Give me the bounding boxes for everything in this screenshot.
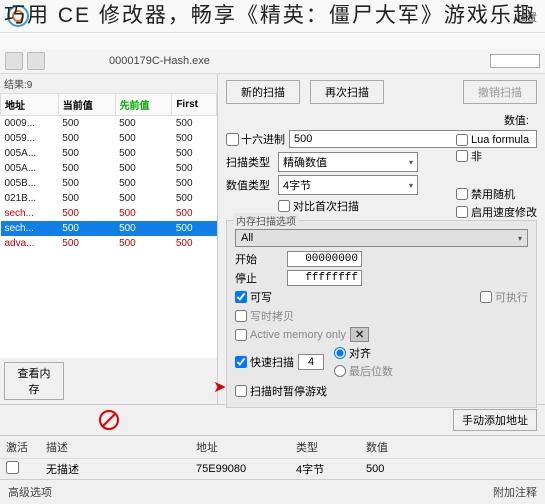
add-comment-link[interactable]: 附加注释 bbox=[493, 484, 537, 500]
no-random-checkbox[interactable]: 禁用随机 bbox=[456, 186, 537, 202]
lua-formula-checkbox[interactable]: Lua formula bbox=[456, 134, 537, 146]
col-value[interactable]: 数值 bbox=[366, 439, 388, 455]
table-row[interactable]: 005A...500500500 bbox=[1, 161, 217, 176]
start-address-input[interactable] bbox=[287, 251, 362, 267]
copy-on-write-checkbox[interactable]: 写时拷贝 bbox=[235, 308, 294, 324]
table-row[interactable]: 021B...500500500 bbox=[1, 191, 217, 206]
memory-scan-options: 内存扫描选项 All▾ 开始 停止 可写 可执行 写时拷贝 Active mem bbox=[226, 220, 537, 408]
hex-checkbox[interactable]: 十六进制 bbox=[226, 131, 285, 147]
table-row[interactable]: 005B...500500500 bbox=[1, 176, 217, 191]
table-row[interactable]: 0009...500500500 bbox=[1, 116, 217, 132]
mem-opts-label: 内存扫描选项 bbox=[233, 213, 299, 228]
chevron-down-icon: ▾ bbox=[409, 181, 413, 190]
table-row[interactable]: 0059...500500500 bbox=[1, 131, 217, 146]
fast-scan-value[interactable] bbox=[298, 354, 324, 370]
active-memory-checkbox[interactable]: Active memory only bbox=[235, 329, 346, 341]
menu-bar[interactable] bbox=[0, 33, 545, 49]
stop-address-input[interactable] bbox=[287, 270, 362, 286]
col-first[interactable]: First bbox=[172, 94, 217, 116]
result-count: 结果:9 bbox=[0, 74, 217, 93]
table-row[interactable]: 005A...500500500 bbox=[1, 146, 217, 161]
advanced-options-link[interactable]: 高级选项 bbox=[8, 484, 52, 500]
undo-scan-button[interactable]: 撤销扫描 bbox=[463, 80, 537, 104]
active-checkbox[interactable] bbox=[6, 461, 19, 474]
compare-first-checkbox[interactable]: 对比首次扫描 bbox=[278, 198, 359, 214]
value-type-select[interactable]: 4字节▾ bbox=[278, 175, 418, 195]
writable-checkbox[interactable]: 可写 bbox=[235, 289, 283, 305]
results-panel: 结果:9 地址 当前值 先前值 First 0009...50050050000… bbox=[0, 74, 218, 404]
manual-add-button[interactable]: 手动添加地址 bbox=[453, 409, 537, 431]
status-bar: 高级选项 附加注释 bbox=[0, 479, 545, 504]
table-row[interactable]: adva...500500500 bbox=[1, 236, 217, 251]
fast-scan-checkbox[interactable]: 快速扫描 bbox=[235, 354, 294, 370]
save-icon[interactable] bbox=[27, 52, 45, 70]
results-table[interactable]: 地址 当前值 先前值 First 0009...5005005000059...… bbox=[0, 93, 217, 358]
pause-game-checkbox[interactable]: 扫描时暂停游戏 bbox=[235, 383, 327, 399]
toolbar: 0000179C-Hash.exe bbox=[0, 49, 545, 74]
scan-progress bbox=[490, 54, 540, 68]
scan-panel: 新的扫描 再次扫描 撤销扫描 数值: 十六进制 扫描类型 精确数值▾ 数值类型 … bbox=[218, 74, 545, 404]
col-current[interactable]: 当前值 bbox=[58, 94, 115, 116]
cheat-engine-icon bbox=[6, 4, 30, 28]
title-bar: 设置 bbox=[0, 0, 545, 33]
col-previous[interactable]: 先前值 bbox=[115, 94, 172, 116]
next-scan-button[interactable]: 再次扫描 bbox=[310, 80, 384, 104]
table-row[interactable]: sech...500500500 bbox=[1, 206, 217, 221]
clear-active-button[interactable]: ✕ bbox=[350, 327, 369, 342]
red-arrow-icon: ➤ bbox=[213, 377, 226, 397]
no-entry-icon[interactable] bbox=[98, 409, 120, 431]
col-addr[interactable]: 地址 bbox=[196, 439, 296, 455]
executable-checkbox[interactable]: 可执行 bbox=[480, 289, 528, 305]
aligned-radio[interactable]: 对齐 bbox=[334, 345, 393, 361]
col-active[interactable]: 激活 bbox=[6, 439, 46, 455]
last-digits-radio[interactable]: 最后位数 bbox=[334, 363, 393, 379]
region-select[interactable]: All▾ bbox=[235, 229, 528, 247]
scan-type-select[interactable]: 精确数值▾ bbox=[278, 152, 418, 172]
speed-mod-checkbox[interactable]: 启用速度修改 bbox=[456, 204, 537, 220]
value-type-label: 数值类型 bbox=[226, 177, 274, 193]
table-row[interactable]: sech...500500500 bbox=[1, 221, 217, 236]
scan-type-label: 扫描类型 bbox=[226, 154, 274, 170]
not-checkbox[interactable]: 非 bbox=[456, 148, 537, 164]
cheat-table[interactable]: 激活 描述 地址 类型 数值 无描述 75E99080 4字节 500 bbox=[0, 435, 545, 479]
col-desc[interactable]: 描述 bbox=[46, 439, 196, 455]
settings-link[interactable]: 设置 bbox=[517, 9, 537, 24]
open-process-icon[interactable] bbox=[5, 52, 23, 70]
middle-toolbar: 手动添加地址 bbox=[0, 404, 545, 435]
value-label: 数值: bbox=[504, 115, 529, 127]
col-type[interactable]: 类型 bbox=[296, 439, 366, 455]
cheat-row[interactable]: 无描述 75E99080 4字节 500 bbox=[0, 459, 545, 479]
process-name: 0000179C-Hash.exe bbox=[109, 55, 210, 67]
col-address[interactable]: 地址 bbox=[1, 94, 59, 116]
chevron-down-icon: ▾ bbox=[409, 158, 413, 167]
chevron-down-icon: ▾ bbox=[518, 234, 522, 243]
new-scan-button[interactable]: 新的扫描 bbox=[226, 80, 300, 104]
view-memory-button[interactable]: 查看内存 bbox=[4, 362, 64, 400]
start-label: 开始 bbox=[235, 251, 283, 267]
stop-label: 停止 bbox=[235, 270, 283, 286]
